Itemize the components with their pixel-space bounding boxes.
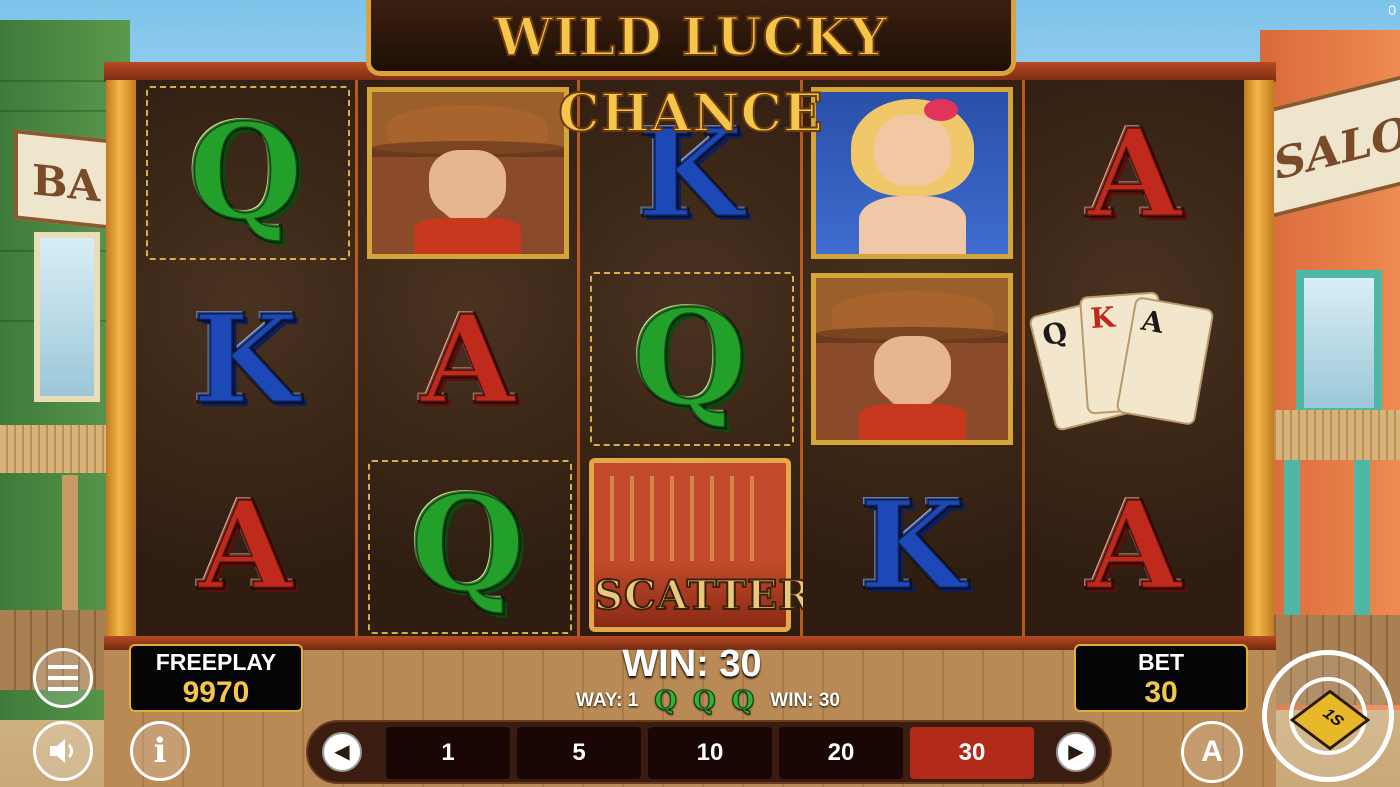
sound-button[interactable] [33,721,93,781]
reel-4: K [802,80,1025,638]
autoplay-button[interactable]: A [1181,721,1243,783]
reel-symbol-scatter: SCATTER [580,452,813,638]
way-symbol-q-icon: Q [692,686,716,717]
way-label: WAY: 1 [576,690,639,711]
right-building: SALOO [1260,30,1400,710]
saloon-sign: SALOO [1260,73,1400,221]
reel-2: A Q [358,80,581,638]
reel-symbol-cowboy [803,266,1022,452]
way-symbol-q-icon: Q [731,686,755,717]
win-highlight [368,460,573,634]
way-symbol-q-icon: Q [654,686,678,717]
reel-symbol-cards: Q K A [1025,266,1244,452]
cowboy-portrait [366,87,569,259]
chevron-right-icon: ▶ [1068,741,1084,763]
game-title: WILD LUCKY CHANCE [366,0,1016,145]
right-porch-roof [1260,410,1400,460]
info-icon: i [153,731,167,771]
reel-5: A Q K A A [1024,80,1245,638]
freeplay-value: 9970 [182,676,250,709]
spin-button[interactable]: 1S [1262,650,1394,782]
reel-symbol-a: A [419,287,517,431]
info-button[interactable]: i [130,721,190,781]
bet-option-1[interactable]: 1 [386,727,510,779]
reel-symbol-k: K [191,287,300,431]
win-highlight [590,272,795,446]
bet-option-20[interactable]: 20 [779,727,903,779]
reel-symbol-a: A [197,473,295,617]
right-building-window [1296,270,1382,416]
bet-label: BET [1138,649,1184,675]
autoplay-icon: A [1201,735,1223,768]
right-pillar [1244,80,1274,650]
win-highlight [146,86,350,260]
left-pillar [106,80,136,650]
left-building-window [34,232,100,402]
reel-symbol-a: A [1086,101,1184,245]
menu-button[interactable] [33,648,93,708]
freeplay-box: FREEPLAY 9970 [129,644,303,712]
freeplay-label: FREEPLAY [155,649,277,675]
chevron-left-icon: ◀ [334,741,350,763]
reel-3: K Q SCATTER [580,80,813,638]
playing-cards-symbol: Q K A [1025,266,1244,452]
cowboy-portrait [811,273,1014,445]
scatter-symbol: SCATTER [589,457,813,633]
bet-increase-button[interactable]: ▶ [1056,732,1096,772]
winning-way-info: WAY: 1 Q Q Q WIN: 30 [548,686,868,717]
reel-symbol-cowboy [358,80,577,266]
reel-grid: Q K A A Q K Q SCATTER K A Q K A A [136,80,1245,638]
bet-option-10[interactable]: 10 [648,727,772,779]
bet-option-5[interactable]: 5 [517,727,641,779]
reel-symbol-lady [803,80,1022,266]
bet-value: 30 [1144,676,1178,709]
right-porch-post [1284,460,1300,640]
reel-1: Q K A [136,80,359,638]
corner-indicator: 0 [1388,2,1396,18]
right-porch-post [1354,460,1370,640]
bet-option-30[interactable]: 30 [910,727,1034,779]
bet-decrease-button[interactable]: ◀ [322,732,362,772]
hamburger-icon [48,665,78,691]
speaker-icon [50,739,73,763]
reel-symbol-k: K [858,473,967,617]
total-win: WIN: 30 [622,643,762,685]
reel-symbol-a: A [1086,473,1184,617]
lady-portrait [811,87,1014,259]
way-win-label: WIN: 30 [770,690,840,711]
bet-box: BET 30 [1074,644,1248,712]
